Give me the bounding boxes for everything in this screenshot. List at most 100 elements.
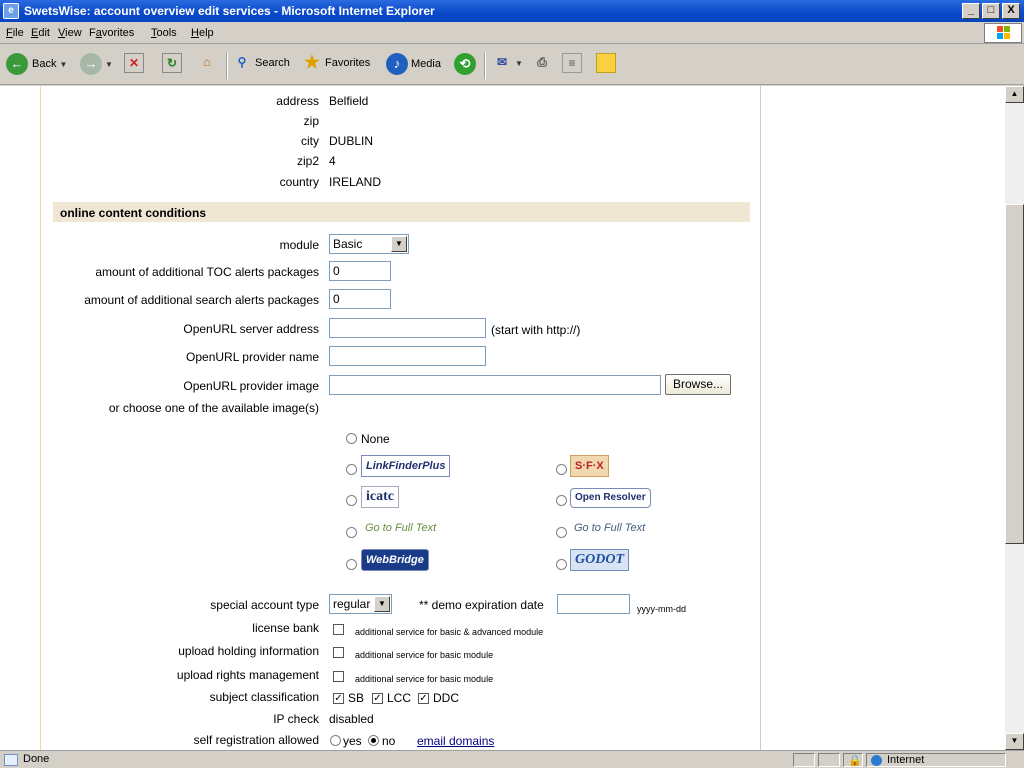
history-button[interactable]: ⟲ [454, 53, 476, 75]
messenger-button[interactable] [596, 53, 616, 73]
media-icon: ♪ [386, 53, 408, 75]
gofulltext-logo-1: Go to Full Text [361, 518, 441, 540]
ddc-checkbox[interactable]: ✓ [418, 693, 429, 704]
window-title: SwetsWise: account overview edit service… [24, 4, 435, 18]
upload-holding-label: upload holding information [178, 644, 319, 658]
country-value: IRELAND [329, 175, 382, 189]
linkfinder-logo: LinkFinderPlus [361, 455, 451, 477]
icate-logo: icatc [361, 486, 399, 508]
menu-edit[interactable]: Edit [31, 27, 50, 39]
windows-flag-icon [997, 26, 1010, 39]
menu-file[interactable]: File [6, 27, 24, 39]
demo-expiration-hint: yyyy-mm-dd [637, 604, 686, 614]
upload-rights-note: additional service for basic module [355, 674, 494, 684]
maximize-button[interactable]: □ [982, 3, 1000, 19]
zone-text: Internet [887, 754, 925, 766]
zip2-label: zip2 [296, 154, 319, 168]
stop-button[interactable]: ✕ [124, 53, 144, 73]
openurl-server-input[interactable] [329, 318, 486, 338]
openurl-provider-label: OpenURL provider name [186, 350, 319, 364]
forward-button[interactable]: → ▼ [80, 53, 113, 75]
back-arrow-icon: ← [6, 53, 28, 75]
dropdown-arrow-icon: ▼ [105, 59, 113, 69]
self-reg-no-radio[interactable] [368, 735, 379, 746]
home-icon: ⌂ [203, 55, 211, 69]
globe-icon [871, 755, 882, 766]
dropdown-arrow-icon: ▼ [515, 58, 523, 68]
note-icon [596, 53, 616, 73]
menu-help[interactable]: Help [191, 27, 214, 39]
ie-icon: e [3, 3, 19, 19]
radio-godot[interactable] [556, 559, 567, 570]
print-button[interactable]: ⎙ [532, 53, 552, 73]
module-select[interactable]: Basic ▼ [329, 234, 409, 254]
menu-view[interactable]: View [58, 27, 82, 39]
forward-arrow-icon: → [80, 53, 102, 75]
refresh-button[interactable]: ↻ [162, 53, 182, 73]
godot-logo: GODOT [570, 549, 629, 571]
favorites-button[interactable]: ★ Favorites [302, 53, 370, 73]
section-header: online content conditions [53, 202, 750, 222]
status-text: Done [23, 753, 50, 765]
menu-tools[interactable]: Tools [151, 27, 177, 39]
openurl-image-input[interactable] [329, 375, 661, 395]
email-domains-link[interactable]: email domains [417, 734, 494, 748]
mail-button[interactable]: ✉ ▼ [492, 53, 523, 73]
print-icon: ⎙ [537, 55, 547, 69]
radio-gofulltext-2[interactable] [556, 527, 567, 538]
close-button[interactable]: X [1002, 3, 1020, 19]
city-value: DUBLIN [329, 134, 374, 148]
openresolver-logo: Open Resolver [570, 488, 651, 508]
upload-holding-checkbox[interactable] [333, 647, 344, 658]
upload-rights-checkbox[interactable] [333, 671, 344, 682]
search-alerts-label: amount of additional search alerts packa… [84, 293, 319, 307]
sb-checkbox[interactable]: ✓ [333, 693, 344, 704]
search-button[interactable]: ⚲ Search [232, 53, 290, 73]
openurl-provider-input[interactable] [329, 346, 486, 366]
openurl-server-hint: (start with http://) [491, 323, 581, 337]
menu-bar: File Edit View Favorites Tools Help [0, 22, 1024, 44]
gofulltext-logo-2: Go to Full Text [570, 518, 650, 540]
radio-openresolver[interactable] [556, 495, 567, 506]
license-bank-checkbox[interactable] [333, 624, 344, 635]
lock-icon: 🔒 [848, 755, 862, 767]
radio-none[interactable] [346, 433, 357, 444]
star-icon: ★ [303, 52, 321, 72]
sfx-logo: S·F·X [570, 455, 609, 477]
scroll-thumb[interactable] [1005, 204, 1024, 544]
address-label: address [276, 94, 319, 108]
menu-favorites[interactable]: Favorites [89, 27, 134, 39]
toc-alerts-input[interactable]: 0 [329, 261, 391, 281]
edit-button[interactable]: ≡ [562, 53, 582, 73]
country-label: country [279, 175, 319, 189]
ddc-label: DDC [433, 691, 459, 705]
home-button[interactable]: ⌂ [197, 53, 217, 73]
vertical-scrollbar[interactable]: ▲ ▼ [1005, 86, 1024, 750]
scroll-up-icon[interactable]: ▲ [1005, 86, 1024, 103]
self-reg-label: self registration allowed [193, 733, 319, 747]
page-content: address Belfield zip city DUBLIN zip2 4 … [0, 86, 1005, 750]
back-button[interactable]: ← Back ▼ [6, 53, 67, 75]
scroll-down-icon[interactable]: ▼ [1005, 733, 1024, 750]
media-button[interactable]: ♪ Media [386, 53, 441, 75]
radio-linkfinder[interactable] [346, 464, 357, 475]
radio-icate[interactable] [346, 495, 357, 506]
minimize-button[interactable]: _ [962, 3, 980, 19]
demo-expiration-input[interactable] [557, 594, 630, 614]
special-account-label: special account type [210, 598, 319, 612]
status-bar: Done 🔒 Internet [0, 750, 1024, 768]
radio-gofulltext-1[interactable] [346, 527, 357, 538]
search-alerts-input[interactable]: 0 [329, 289, 391, 309]
lcc-label: LCC [387, 691, 412, 705]
chevron-down-icon[interactable]: ▼ [391, 236, 407, 252]
search-icon: ⚲ [237, 55, 247, 69]
special-account-select[interactable]: regular ▼ [329, 594, 392, 614]
lcc-checkbox[interactable]: ✓ [372, 693, 383, 704]
ip-check-value: disabled [329, 712, 374, 726]
radio-webbridge[interactable] [346, 559, 357, 570]
self-reg-yes-radio[interactable] [330, 735, 341, 746]
chevron-down-icon[interactable]: ▼ [374, 596, 390, 612]
webbridge-logo: WebBridge [361, 549, 429, 571]
browse-button[interactable]: Browse... [665, 374, 731, 395]
radio-sfx[interactable] [556, 464, 567, 475]
